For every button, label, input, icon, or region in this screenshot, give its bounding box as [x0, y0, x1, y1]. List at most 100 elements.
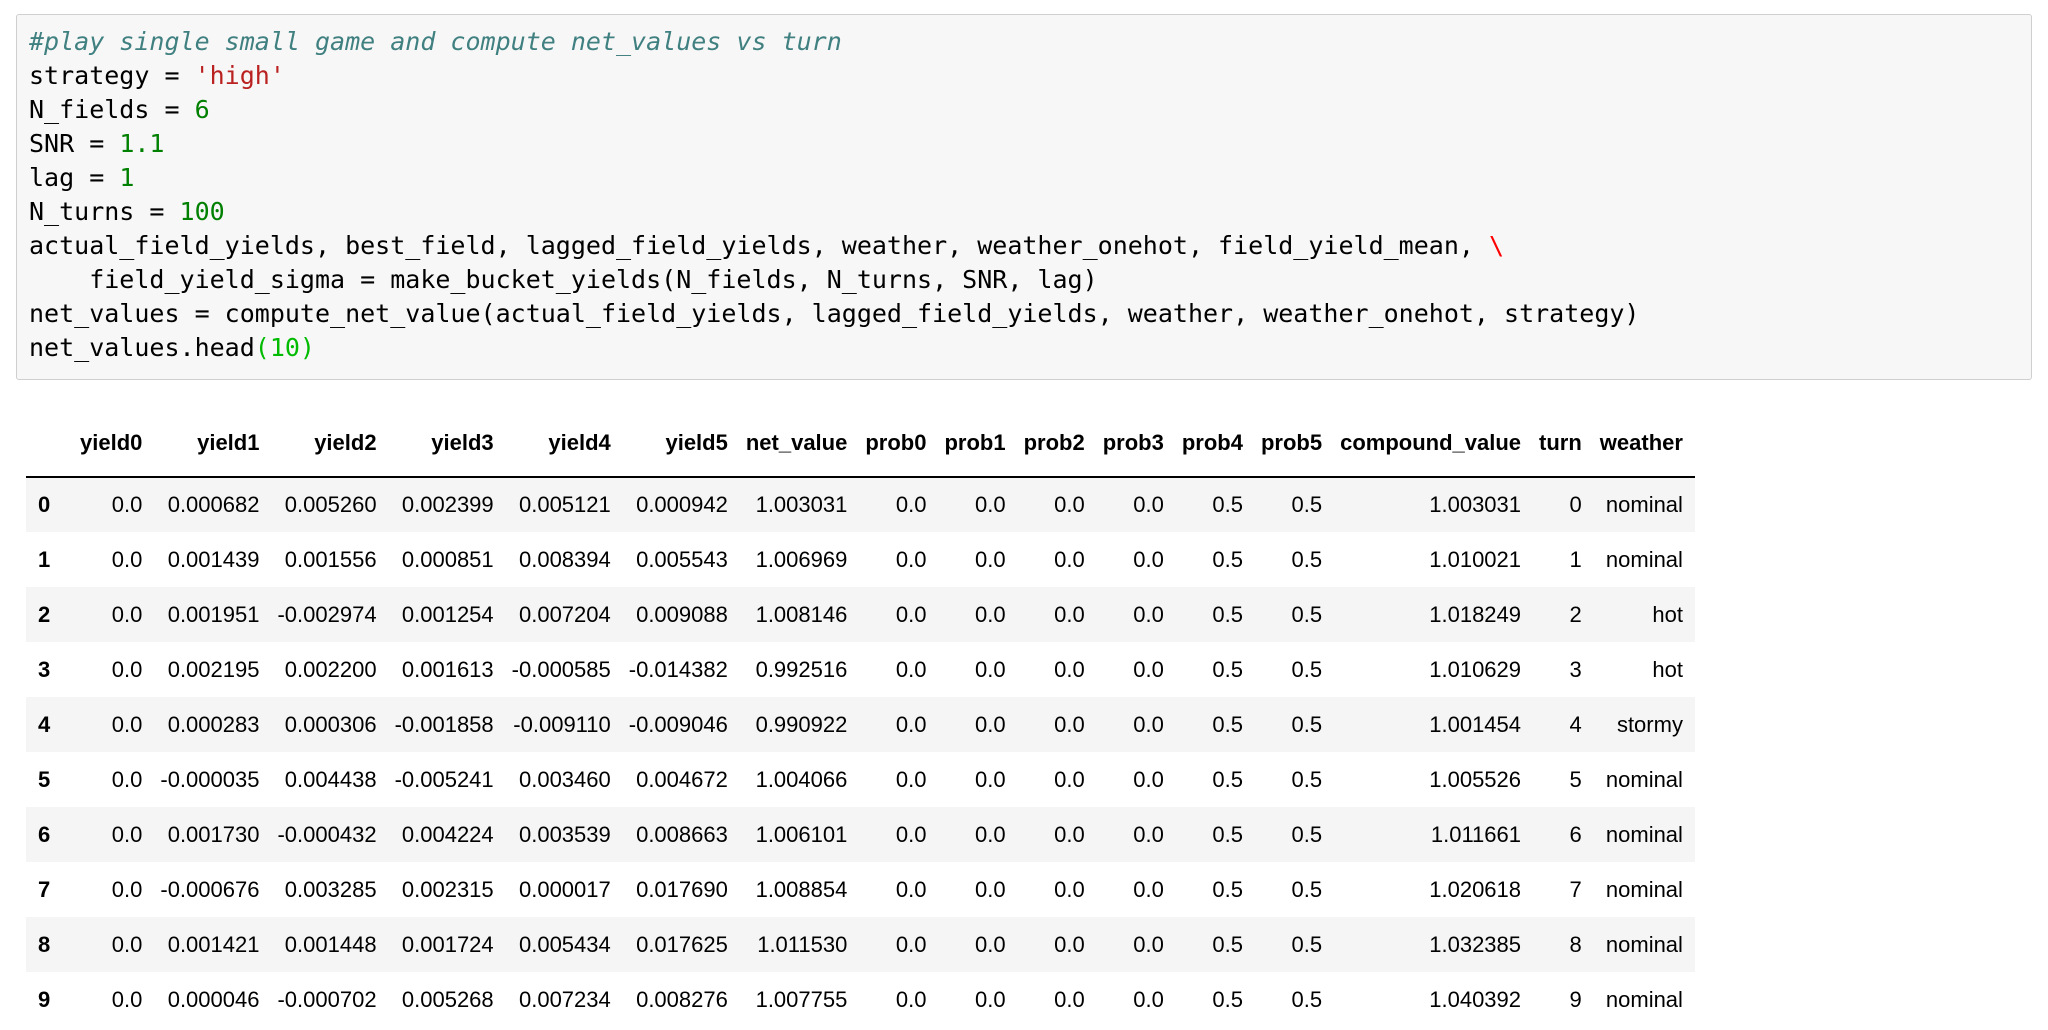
table-cell: 0.002399	[401, 492, 494, 517]
table-cell: 0	[1569, 492, 1582, 517]
table-cell: 9	[1569, 986, 1582, 1012]
table-cell: 0.0	[1133, 821, 1164, 847]
code-token: #play single small game and compute net_…	[29, 27, 842, 56]
table-row: 9 0.0 0.000046 -0.000702 0.005268 0.007234 0.0…	[26, 972, 1695, 1027]
column-header-yield1: yield1	[154, 410, 272, 478]
table-cell: -0.001858	[394, 711, 494, 737]
table-row: 4 0.0 0.000283 0.000306 -0.001858 -0.009110 -0…	[26, 697, 1695, 752]
table-cell: 1.032385	[1429, 931, 1522, 957]
table-cell: 0.0	[1054, 766, 1085, 792]
table-cell: 0.5	[1291, 876, 1323, 902]
column-header-yield0: yield0	[74, 410, 155, 478]
table-cell: 0.0	[895, 492, 927, 517]
table-cell: 0.0	[975, 876, 1006, 902]
table-row: 8 0.0 0.001421 0.001448 0.001724 0.005434 0.01…	[26, 917, 1695, 972]
table-cell: 0.000942	[636, 492, 728, 517]
table-cell: 0.0	[975, 546, 1006, 572]
table-cell: 0.005543	[636, 546, 728, 572]
table-cell: 1.011661	[1430, 821, 1522, 847]
table-cell: 0.0	[111, 492, 143, 517]
table-row: 7 0.0 -0.000676 0.003285 0.002315 0.000017 0.0…	[26, 862, 1695, 917]
table-cell: 0.0	[895, 931, 927, 957]
table-cell: 0.0	[1133, 711, 1164, 737]
table-cell: 0.5	[1291, 546, 1323, 572]
table-cell: 0.0	[1054, 711, 1085, 737]
code-line: actual_field_yields, best_field, lagged_…	[29, 229, 2019, 263]
table-cell: -0.009046	[628, 711, 728, 737]
code-token: N_fields =	[29, 95, 195, 124]
table-cell: -0.000035	[160, 766, 260, 792]
table-cell: 5	[1569, 766, 1582, 792]
table-cell: 0.5	[1212, 766, 1243, 792]
column-header-prob0: prob0	[859, 410, 939, 478]
table-row: 5 0.0 -0.000035 0.004438 -0.005241 0.003460 0.…	[26, 752, 1695, 807]
code-token: N_turns =	[29, 197, 180, 226]
code-token: 'high'	[194, 61, 285, 90]
table-cell: 0.0	[111, 656, 143, 682]
table-cell: 0.0	[895, 546, 927, 572]
table-cell: 0.5	[1291, 821, 1323, 847]
table-cell: 1.010021	[1429, 546, 1522, 572]
table-cell: 1.008854	[755, 876, 848, 902]
code-line: N_fields = 6	[29, 93, 2019, 127]
table-cell: 0.0	[1133, 601, 1164, 627]
table-cell: 0.0	[1133, 656, 1164, 682]
table-cell: 2	[1569, 601, 1582, 627]
column-header-yield3: yield3	[388, 410, 506, 478]
table-cell: 0.000283	[167, 711, 260, 737]
table-cell: 0.0	[975, 986, 1006, 1012]
table-cell: 0.0	[111, 766, 143, 792]
table-cell: 3	[1569, 656, 1582, 682]
row-index: 7	[38, 876, 51, 902]
table-cell: 0.0	[895, 601, 927, 627]
table-cell: 0.001254	[401, 601, 494, 627]
table-cell: nominal	[1605, 821, 1683, 847]
row-index: 6	[38, 821, 51, 847]
code-token: \	[1488, 231, 1505, 260]
table-cell: 0.001439	[167, 546, 260, 572]
table-cell: 4	[1569, 711, 1582, 737]
table-cell: 1.010629	[1429, 656, 1522, 682]
code-line: strategy = 'high'	[29, 59, 2019, 93]
output-area: yield0 yield1 yield2 yield3 yield4 yield5 net_…	[26, 410, 1695, 1027]
table-cell: 0.0	[111, 931, 143, 957]
table-cell: 0.0	[1133, 931, 1164, 957]
column-header-yield2: yield2	[271, 410, 389, 478]
row-index: 4	[38, 711, 51, 737]
table-cell: 0.0	[1054, 876, 1085, 902]
table-cell: 0.005434	[518, 931, 611, 957]
table-cell: 1.001454	[1429, 711, 1522, 737]
table-cell: 0.0	[1133, 986, 1164, 1012]
table-cell: 1.006969	[755, 546, 848, 572]
code-line: net_values = compute_net_value(actual_fi…	[29, 297, 2019, 331]
table-cell: nominal	[1605, 931, 1683, 957]
row-index: 3	[38, 656, 51, 682]
table-cell: 0.0	[1054, 492, 1085, 517]
table-cell: 0.0	[1133, 546, 1164, 572]
table-cell: 0.000306	[284, 711, 377, 737]
table-cell: 0.5	[1291, 766, 1323, 792]
table-row: 0 0.0 0.000682 0.005260 0.002399 0.005121 0.00…	[26, 477, 1695, 532]
code-cell-input[interactable]: #play single small game and compute net_…	[16, 14, 2032, 380]
table-cell: 1.007755	[755, 986, 848, 1012]
table-cell: 0.000046	[167, 986, 260, 1012]
table-cell: 0.992516	[755, 656, 848, 682]
table-cell: 1.040392	[1429, 986, 1522, 1012]
table-cell: 0.0	[975, 821, 1006, 847]
code-token: net_values.head	[29, 333, 255, 362]
code-line: net_values.head(10)	[29, 331, 2019, 365]
code-token: lag =	[29, 163, 120, 192]
code-token: net_values = compute_net_value(actual_fi…	[29, 299, 1640, 328]
dataframe-table: yield0 yield1 yield2 yield3 yield4 yield5 net_…	[26, 410, 1695, 1027]
table-cell: 0.0	[975, 711, 1006, 737]
table-cell: 0.008276	[636, 986, 728, 1012]
table-cell: 0.001724	[401, 931, 494, 957]
code-token: 1.1	[119, 129, 165, 158]
table-cell: 0.5	[1291, 931, 1323, 957]
table-cell: 1.011530	[757, 931, 848, 957]
code-token: field_yield_sigma = make_bucket_yields(N…	[29, 265, 1098, 294]
table-cell: 0.0	[975, 492, 1006, 517]
column-header-turn: turn	[1533, 410, 1594, 478]
code-line: lag = 1	[29, 161, 2019, 195]
table-cell: 0.000682	[167, 492, 260, 517]
